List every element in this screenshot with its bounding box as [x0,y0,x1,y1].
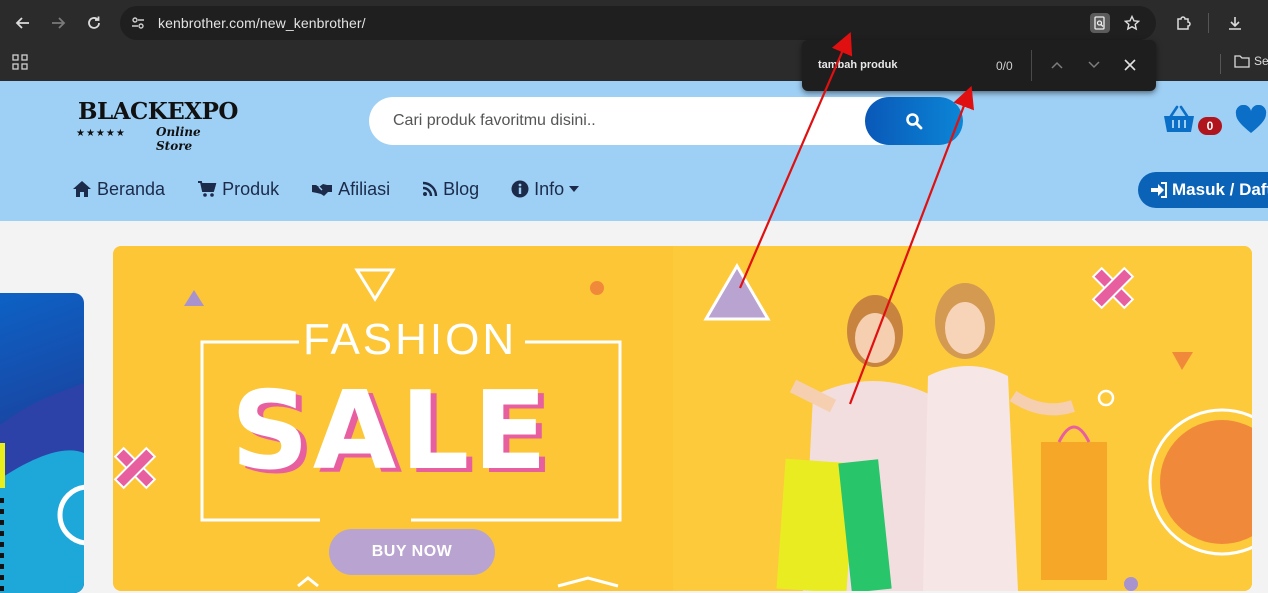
heart-icon [1235,104,1267,133]
bookmark-folder[interactable]: Se [1234,54,1268,68]
bookmarks-divider [1220,54,1221,74]
nav-label: Info [534,178,565,199]
logo-subtitle: Online Store [156,125,201,153]
search-input[interactable] [393,97,853,145]
nav-label: Beranda [97,178,166,199]
star-icon[interactable] [1122,13,1142,33]
toolbar-divider [1208,13,1209,33]
arrow-left-icon [15,17,29,29]
reload-icon [88,16,100,29]
site-header: BLACKEXPO ★★★★★ Online Store 0 Beranda P… [0,81,1268,221]
nav-afiliasi[interactable]: Afiliasi [311,177,390,201]
reload-button[interactable] [79,8,109,38]
site-logo[interactable]: BLACKEXPO ★★★★★ Online Store [76,98,238,153]
login-label: Masuk / Daft [1172,180,1268,199]
banner-title-sale: SALE [231,369,551,494]
caret-down-icon [569,186,580,192]
info-icon [511,180,529,198]
carousel-prev-slide[interactable] [0,293,84,593]
banner-title-fashion: FASHION [303,315,518,364]
nav-label: Afiliasi [338,178,391,199]
cart-count-badge: 0 [1198,117,1222,135]
logo-title: BLACKEXPO [78,98,238,125]
search-button[interactable] [865,97,963,145]
arrow-right-icon [52,17,66,29]
rss-icon [422,181,438,197]
url-text[interactable]: kenbrother.com/new_kenbrother/ [158,15,366,31]
nav-blog[interactable]: Blog [422,177,479,201]
find-in-page-icon[interactable] [1090,13,1110,33]
handshake-icon [312,184,333,196]
forward-button[interactable] [43,8,73,38]
cart-button[interactable] [1162,105,1196,135]
find-separator [1031,50,1032,81]
close-icon [1124,59,1136,71]
nav-label: Blog [443,178,480,199]
main-nav: Beranda Produk Afiliasi Blog Info [72,177,611,201]
find-match-count: 0/0 [996,59,1013,73]
menu-button[interactable] [1255,8,1268,38]
nav-label: Produk [222,178,280,199]
buy-now-button[interactable]: BUY NOW [329,529,495,575]
site-info-icon[interactable] [128,13,148,33]
bookmark-folder-label[interactable]: Se [1254,54,1268,68]
find-bar: tambah produk 0/0 [802,40,1156,91]
home-icon [73,181,91,197]
find-next-button[interactable] [1084,55,1104,75]
wishlist-button[interactable] [1234,104,1268,135]
basket-icon [1164,105,1194,132]
chevron-down-icon [1088,61,1100,69]
slide-artwork [0,383,84,593]
back-button[interactable] [8,8,38,38]
hero-banner[interactable]: FASHION SALE SALE BUY NOW [113,246,1252,591]
find-close-button[interactable] [1120,55,1140,75]
extensions-button[interactable] [1168,8,1198,38]
folder-icon [1234,55,1250,68]
downloads-button[interactable] [1220,8,1250,38]
nav-beranda[interactable]: Beranda [72,177,165,201]
nav-info[interactable]: Info [511,177,580,201]
nav-produk[interactable]: Produk [197,177,279,201]
find-query-input[interactable]: tambah produk [818,59,897,71]
puzzle-icon [1177,16,1191,30]
search-icon [906,113,923,130]
logo-stars: ★★★★★ [76,128,126,139]
find-previous-button[interactable] [1047,55,1067,75]
download-icon [1229,17,1241,30]
product-search [369,97,963,145]
cart-icon [198,181,217,197]
sign-in-icon [1151,182,1167,198]
address-bar[interactable]: kenbrother.com/new_kenbrother/ [120,6,1156,40]
login-register-button[interactable]: Masuk / Daft [1138,172,1268,208]
chevron-up-icon [1051,61,1063,69]
apps-grid-icon[interactable] [12,54,30,72]
